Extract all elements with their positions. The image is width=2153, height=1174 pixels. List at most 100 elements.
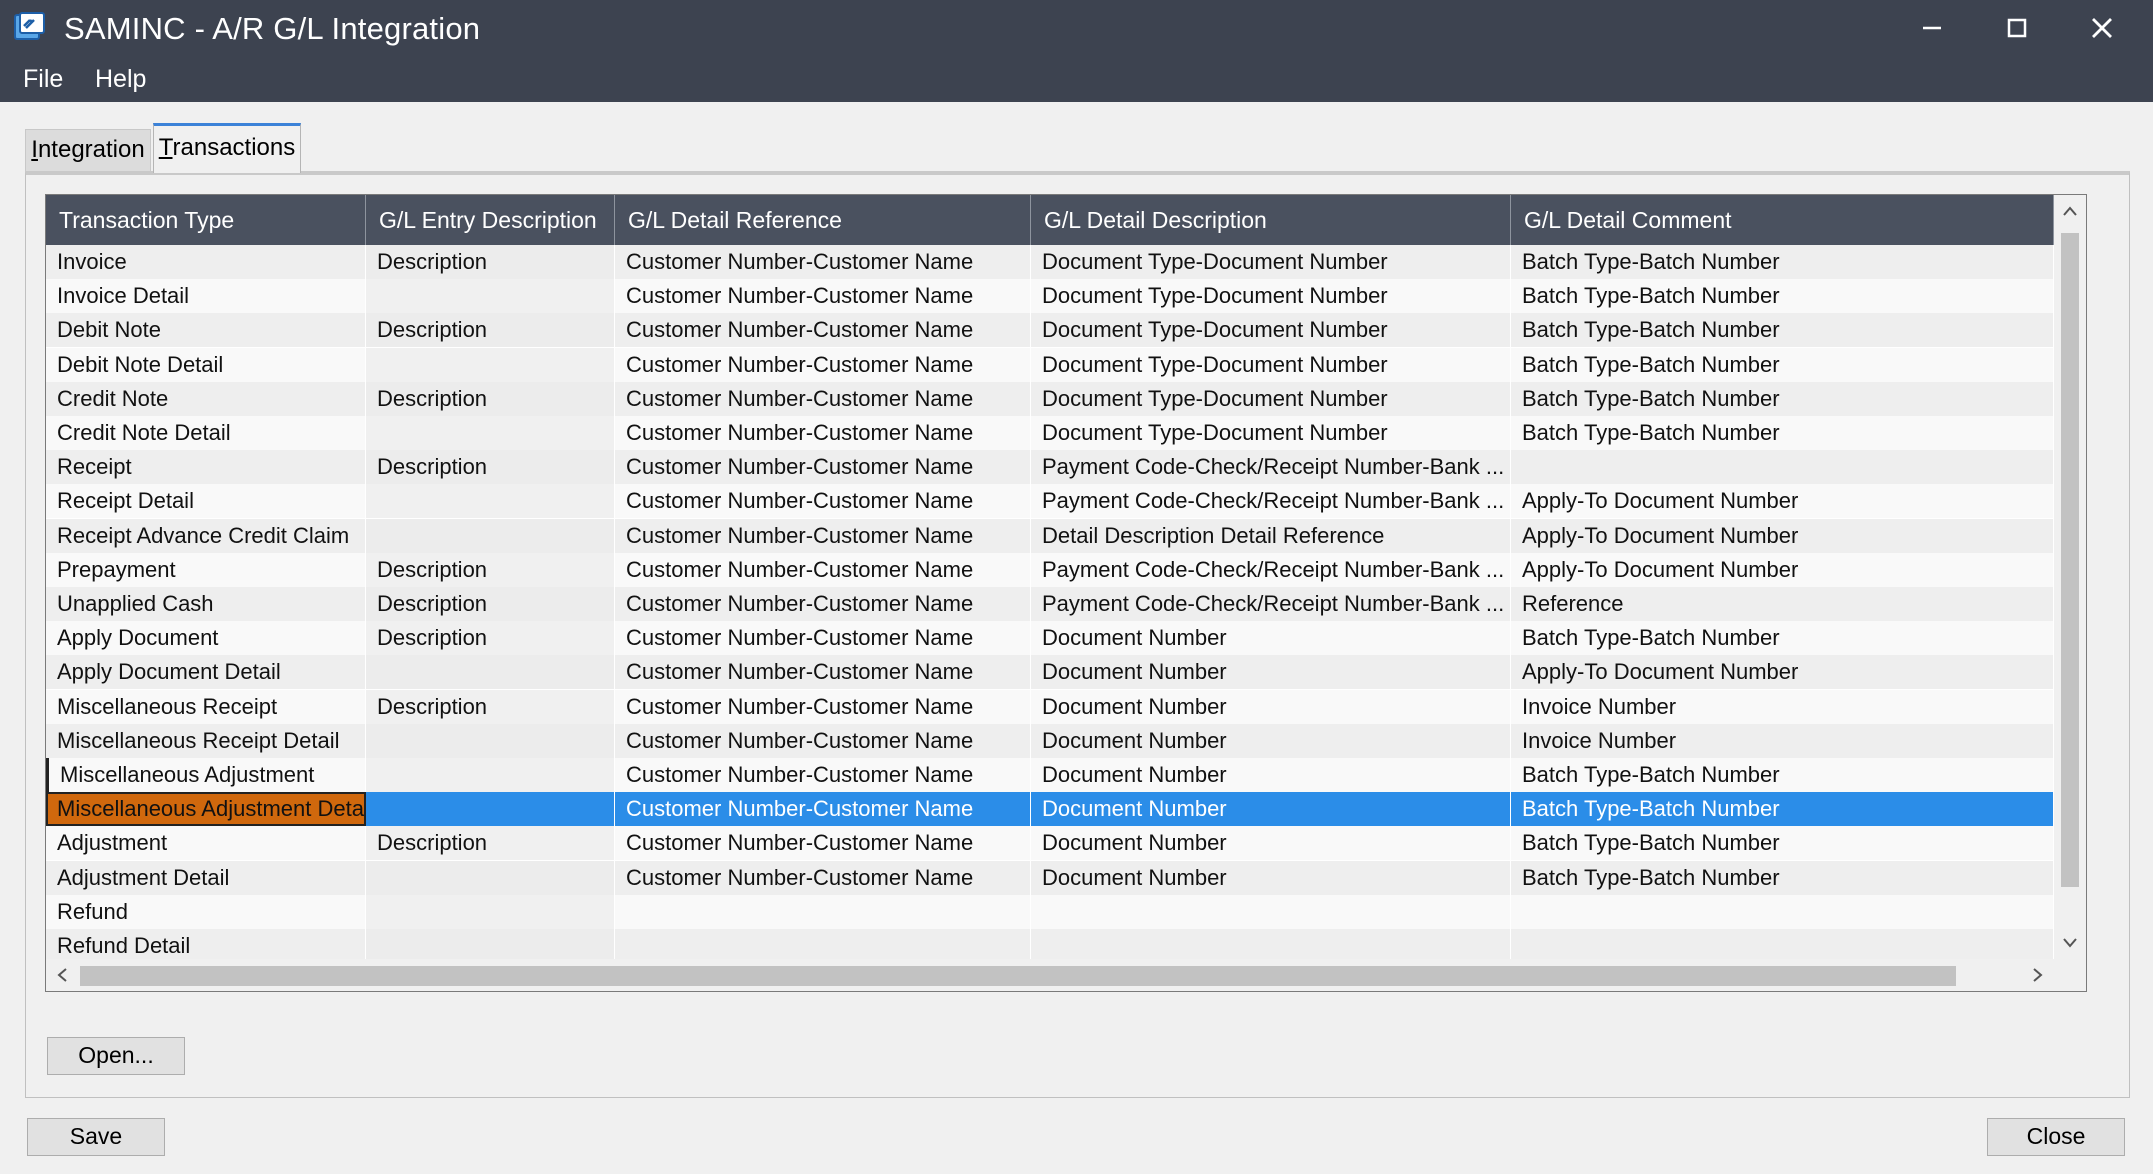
cell-detail-description[interactable] xyxy=(1031,894,1511,929)
column-header-entry-description[interactable]: G/L Entry Description xyxy=(366,195,615,245)
cell-detail-reference[interactable]: Customer Number-Customer Name xyxy=(615,347,1031,382)
vertical-scroll-thumb[interactable] xyxy=(2061,233,2079,887)
cell-detail-comment[interactable]: Batch Type-Batch Number xyxy=(1511,826,2054,861)
cell-transaction-type[interactable]: Miscellaneous Adjustment Detail xyxy=(46,792,366,827)
cell-detail-description[interactable] xyxy=(1031,929,1511,963)
cell-entry-description[interactable]: Description xyxy=(366,245,615,279)
cell-transaction-type[interactable]: Miscellaneous Receipt Detail xyxy=(46,723,366,758)
cell-detail-reference[interactable]: Customer Number-Customer Name xyxy=(615,621,1031,656)
cell-detail-description[interactable]: Payment Code-Check/Receipt Number-Bank .… xyxy=(1031,484,1511,519)
menu-help[interactable]: Help xyxy=(95,64,146,94)
table-row[interactable]: Apply Document Detail Customer Number-Cus… xyxy=(46,655,2054,690)
cell-detail-comment[interactable]: Invoice Number xyxy=(1511,689,2054,724)
cell-detail-reference[interactable]: Customer Number-Customer Name xyxy=(615,450,1031,485)
cell-transaction-type[interactable]: Refund xyxy=(46,894,366,929)
cell-detail-reference[interactable]: Customer Number-Customer Name xyxy=(615,723,1031,758)
cell-entry-description[interactable]: Description xyxy=(366,826,615,861)
cell-transaction-type[interactable]: Apply Document xyxy=(46,621,366,656)
column-header-transaction-type[interactable]: Transaction Type xyxy=(46,195,366,245)
table-row[interactable]: Apply Document Description Customer Number… xyxy=(46,621,2054,656)
table-row[interactable]: Receipt Advance Credit Claim Customer Num… xyxy=(46,518,2054,553)
cell-detail-comment[interactable]: Batch Type-Batch Number xyxy=(1511,792,2054,827)
close-window-button[interactable] xyxy=(2060,0,2144,56)
vertical-scrollbar[interactable] xyxy=(2054,195,2086,959)
cell-entry-description[interactable]: Description xyxy=(366,689,615,724)
cell-entry-description[interactable] xyxy=(366,929,615,963)
table-row[interactable]: Invoice Description Customer Number-Custom… xyxy=(46,245,2054,279)
cell-transaction-type[interactable]: Debit Note Detail xyxy=(46,347,366,382)
tab-integration[interactable]: Integration xyxy=(25,129,151,171)
scroll-up-icon[interactable] xyxy=(2060,201,2080,221)
cell-detail-description[interactable]: Detail Description Detail Reference xyxy=(1031,518,1511,553)
cell-detail-comment[interactable]: Batch Type-Batch Number xyxy=(1511,313,2054,348)
cell-detail-comment[interactable]: Apply-To Document Number xyxy=(1511,552,2054,587)
cell-detail-comment[interactable]: Batch Type-Batch Number xyxy=(1511,416,2054,450)
cell-transaction-type[interactable]: Miscellaneous Receipt xyxy=(46,689,366,724)
cell-detail-comment[interactable]: Reference xyxy=(1511,587,2054,621)
cell-detail-reference[interactable]: Customer Number-Customer Name xyxy=(615,245,1031,279)
table-row[interactable]: Adjustment Detail Customer Number-Custome… xyxy=(46,860,2054,895)
cell-detail-reference[interactable]: Customer Number-Customer Name xyxy=(615,416,1031,450)
cell-entry-description[interactable] xyxy=(366,484,615,519)
save-button[interactable]: Save xyxy=(27,1118,165,1156)
cell-detail-reference[interactable]: Customer Number-Customer Name xyxy=(615,860,1031,895)
table-row[interactable]: Miscellaneous Adjustment Detail Customer … xyxy=(46,792,2054,827)
table-row[interactable]: Refund Detail xyxy=(46,929,2054,963)
cell-detail-reference[interactable] xyxy=(615,929,1031,963)
cell-entry-description[interactable]: Description xyxy=(366,450,615,485)
cell-entry-description[interactable] xyxy=(366,518,615,553)
horizontal-scrollbar[interactable] xyxy=(46,959,2086,991)
cell-transaction-type[interactable]: Invoice xyxy=(46,245,366,279)
cell-detail-comment[interactable]: Invoice Number xyxy=(1511,723,2054,758)
cell-detail-reference[interactable]: Customer Number-Customer Name xyxy=(615,518,1031,553)
menu-file[interactable]: File xyxy=(23,64,63,94)
cell-detail-description[interactable]: Payment Code-Check/Receipt Number-Bank .… xyxy=(1031,552,1511,587)
cell-detail-reference[interactable]: Customer Number-Customer Name xyxy=(615,826,1031,861)
cell-transaction-type[interactable]: Refund Detail xyxy=(46,929,366,963)
table-row[interactable]: Credit Note Detail Customer Number-Custom… xyxy=(46,416,2054,450)
cell-detail-reference[interactable]: Customer Number-Customer Name xyxy=(615,279,1031,314)
table-row[interactable]: Receipt Description Customer Number-Custom… xyxy=(46,450,2054,485)
table-row[interactable]: Prepayment Description Customer Number-Cus… xyxy=(46,552,2054,587)
cell-detail-comment[interactable]: Batch Type-Batch Number xyxy=(1511,347,2054,382)
cell-detail-comment[interactable]: Batch Type-Batch Number xyxy=(1511,245,2054,279)
table-row[interactable]: Miscellaneous Adjustment Customer Number-… xyxy=(46,758,2054,792)
cell-detail-reference[interactable] xyxy=(615,894,1031,929)
cell-detail-description[interactable]: Document Type-Document Number xyxy=(1031,416,1511,450)
cell-detail-comment[interactable]: Batch Type-Batch Number xyxy=(1511,381,2054,416)
cell-detail-description[interactable]: Payment Code-Check/Receipt Number-Bank .… xyxy=(1031,587,1511,621)
table-row[interactable]: Credit Note Description Customer Number-Cu… xyxy=(46,381,2054,416)
cell-entry-description[interactable]: Description xyxy=(366,381,615,416)
cell-transaction-type[interactable]: Receipt xyxy=(46,450,366,485)
cell-entry-description[interactable] xyxy=(366,655,615,690)
scroll-right-icon[interactable] xyxy=(2028,965,2048,985)
column-header-detail-reference[interactable]: G/L Detail Reference xyxy=(615,195,1031,245)
cell-detail-description[interactable]: Document Number xyxy=(1031,860,1511,895)
cell-detail-description[interactable]: Document Number xyxy=(1031,792,1511,827)
cell-detail-description[interactable]: Payment Code-Check/Receipt Number-Bank .… xyxy=(1031,450,1511,485)
cell-transaction-type[interactable]: Unapplied Cash xyxy=(46,587,366,621)
cell-detail-comment[interactable] xyxy=(1511,450,2054,485)
cell-detail-description[interactable]: Document Type-Document Number xyxy=(1031,347,1511,382)
cell-transaction-type[interactable]: Miscellaneous Adjustment xyxy=(46,758,366,792)
cell-detail-description[interactable]: Document Number xyxy=(1031,655,1511,690)
maximize-button[interactable] xyxy=(1975,0,2059,56)
cell-detail-description[interactable]: Document Number xyxy=(1031,723,1511,758)
cell-entry-description[interactable] xyxy=(366,416,615,450)
cell-detail-comment[interactable]: Apply-To Document Number xyxy=(1511,655,2054,690)
cell-entry-description[interactable]: Description xyxy=(366,621,615,656)
cell-detail-comment[interactable]: Batch Type-Batch Number xyxy=(1511,279,2054,314)
tab-transactions[interactable]: Transactions xyxy=(153,123,301,173)
cell-entry-description[interactable]: Description xyxy=(366,587,615,621)
table-row[interactable]: Invoice Detail Customer Number-Customer N… xyxy=(46,279,2054,314)
cell-detail-description[interactable]: Document Number xyxy=(1031,826,1511,861)
cell-entry-description[interactable]: Description xyxy=(366,313,615,348)
minimize-button[interactable] xyxy=(1890,0,1974,56)
cell-detail-description[interactable]: Document Type-Document Number xyxy=(1031,245,1511,279)
cell-detail-reference[interactable]: Customer Number-Customer Name xyxy=(615,484,1031,519)
table-row[interactable]: Miscellaneous Receipt Description Customer… xyxy=(46,689,2054,724)
cell-detail-reference[interactable]: Customer Number-Customer Name xyxy=(615,587,1031,621)
cell-transaction-type[interactable]: Receipt Advance Credit Claim xyxy=(46,518,366,553)
cell-entry-description[interactable] xyxy=(366,894,615,929)
cell-detail-description[interactable]: Document Number xyxy=(1031,689,1511,724)
